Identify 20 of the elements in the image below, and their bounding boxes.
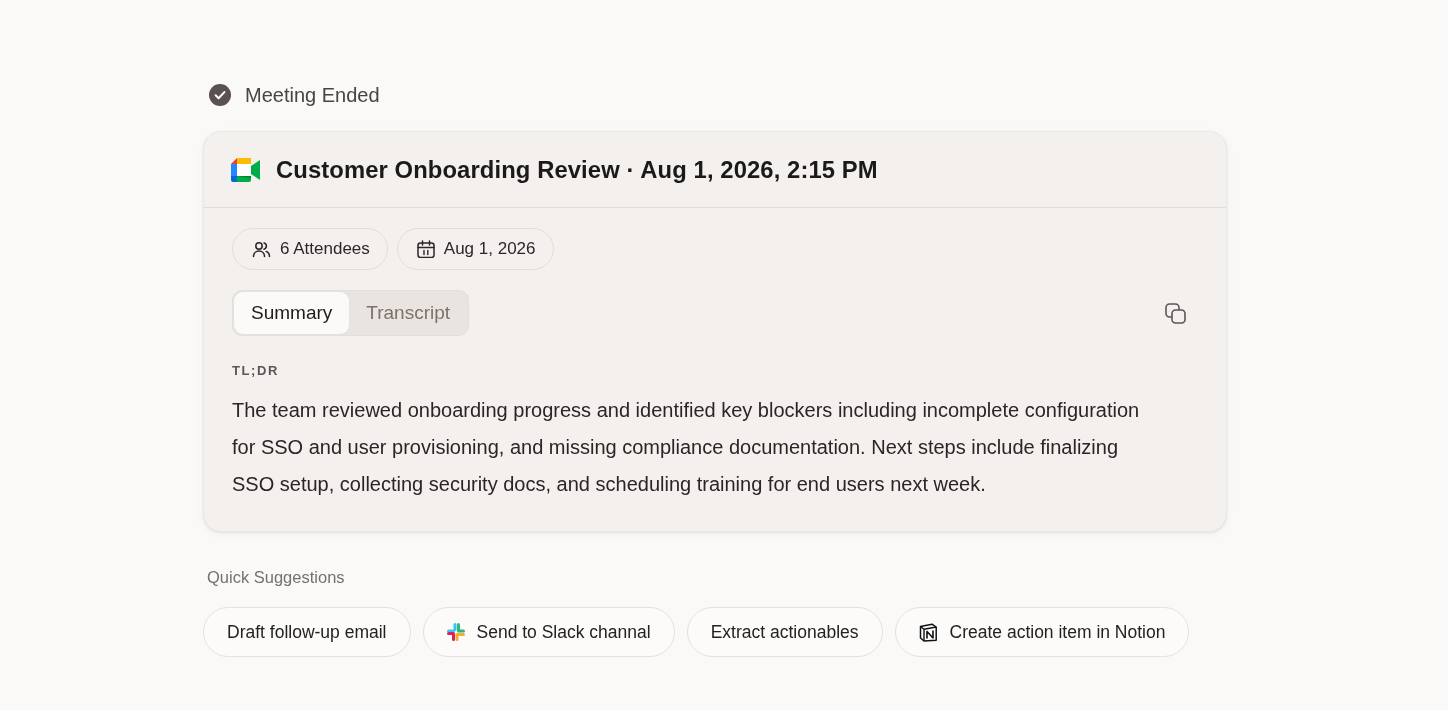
n-square-icon [918, 622, 938, 642]
suggestion-button[interactable]: Create action item in Notion [894, 607, 1190, 657]
chip-label: Aug 1, 2026 [443, 239, 536, 259]
suggestion-button[interactable]: Extract actionables [686, 607, 883, 657]
video-camera-icon [231, 157, 260, 182]
people-icon [252, 240, 271, 258]
chip-label: 6 Attendees [280, 239, 370, 259]
status-text: Meeting Ended [245, 83, 380, 108]
suggestion-button[interactable]: Send to Slack channal [422, 607, 675, 657]
tab[interactable]: Transcript [349, 292, 468, 334]
check-circle-icon [209, 84, 231, 106]
suggestion-button[interactable]: Draft follow-up email [203, 607, 411, 657]
section-label: TL;DR [232, 363, 279, 379]
calendar-icon [416, 240, 435, 258]
section-heading: Quick Suggestions [207, 568, 345, 586]
copy-icon[interactable] [1165, 302, 1186, 324]
meeting-title: Customer Onboarding Review · Aug 1, 2026, 2:15 PM [276, 155, 878, 184]
tab[interactable]: Summary [234, 292, 350, 334]
hash-icon [446, 623, 465, 641]
summary-paragraph: The team reviewed onboarding progress and identified key blockers including incomplete configuration for SSO and user provisioning, and missing compliance documentation. Next steps include finalizing SSO setup, collecting security docs, and scheduling training for end users next week. [232, 398, 1141, 497]
